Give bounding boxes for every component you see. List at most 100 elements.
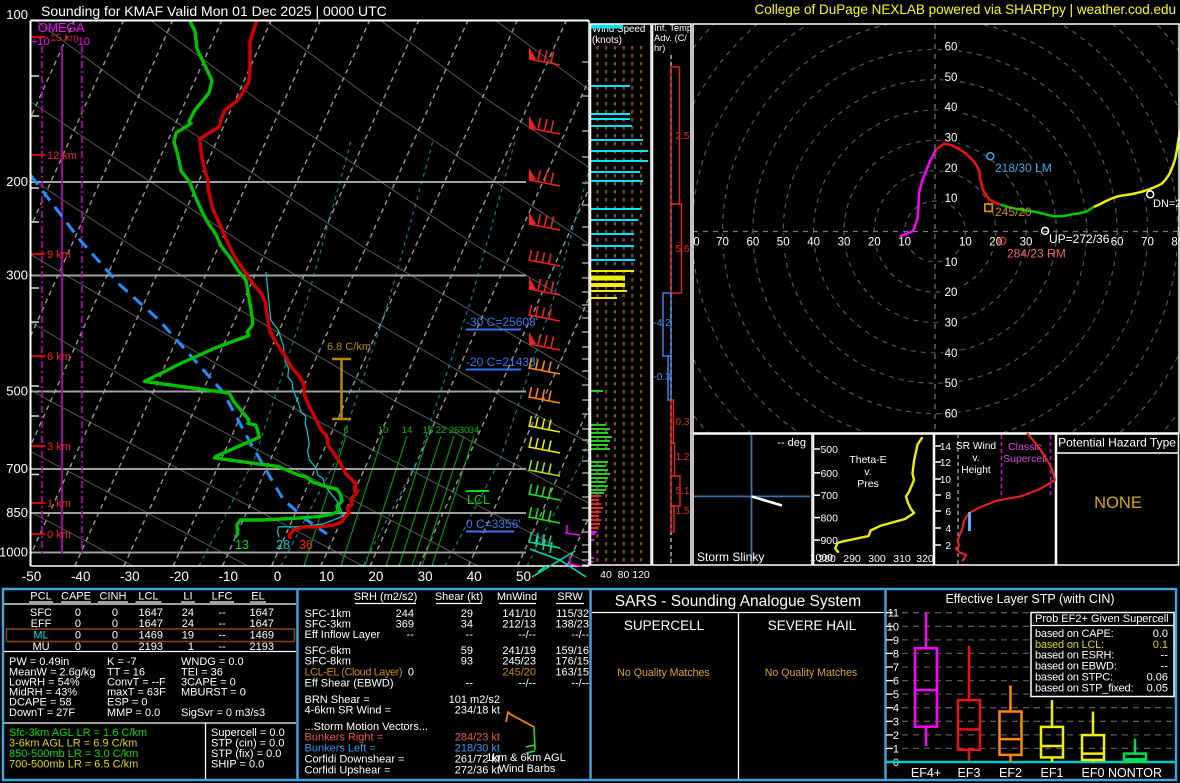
svg-text:CAPE: CAPE bbox=[61, 591, 91, 603]
svg-text:2.5: 2.5 bbox=[676, 131, 690, 142]
svg-text:19: 19 bbox=[182, 630, 194, 642]
svg-text:EF2: EF2 bbox=[999, 766, 1022, 780]
svg-text:5.1: 5.1 bbox=[676, 486, 690, 497]
svg-text:120: 120 bbox=[632, 569, 650, 581]
svg-text:ML: ML bbox=[33, 630, 48, 642]
svg-text:9: 9 bbox=[893, 635, 899, 647]
svg-text:60: 60 bbox=[747, 237, 760, 249]
svg-text:18: 18 bbox=[423, 425, 434, 436]
svg-text:LCL: LCL bbox=[138, 591, 158, 603]
svg-text:SR Wind: SR Wind bbox=[956, 441, 997, 452]
svg-text:34: 34 bbox=[469, 425, 480, 436]
svg-text:5.6: 5.6 bbox=[676, 244, 690, 255]
svg-text:SRW: SRW bbox=[557, 591, 583, 603]
svg-text:--: -- bbox=[466, 629, 474, 641]
svg-text:-50: -50 bbox=[22, 569, 42, 584]
svg-text:Eff Inflow Layer: Eff Inflow Layer bbox=[305, 629, 381, 641]
svg-text:10: 10 bbox=[945, 193, 958, 205]
svg-text:15 km: 15 km bbox=[50, 32, 79, 44]
svg-text:SEVERE HAIL: SEVERE HAIL bbox=[768, 618, 857, 633]
svg-text:500: 500 bbox=[820, 444, 838, 456]
svg-text:800: 800 bbox=[820, 513, 838, 525]
svg-text:7: 7 bbox=[893, 662, 899, 674]
svg-text:1469: 1469 bbox=[139, 630, 163, 642]
svg-text:13: 13 bbox=[235, 538, 249, 552]
svg-text:based on STP_fixed:: based on STP_fixed: bbox=[1035, 683, 1133, 695]
svg-text:Potential Hazard Type: Potential Hazard Type bbox=[1058, 436, 1176, 450]
svg-text:0 C=3356': 0 C=3356' bbox=[466, 517, 521, 531]
svg-text:Theta-E: Theta-E bbox=[849, 454, 886, 466]
svg-text:Prob EF2+ Given Supercell: Prob EF2+ Given Supercell bbox=[1035, 613, 1169, 625]
svg-text:10: 10 bbox=[940, 475, 952, 486]
svg-text:40: 40 bbox=[600, 569, 612, 581]
svg-text:Pres: Pres bbox=[857, 478, 879, 490]
svg-text:284/23 RM: 284/23 RM bbox=[1007, 247, 1066, 261]
svg-text:--/--: --/-- bbox=[518, 629, 536, 641]
svg-text:50: 50 bbox=[945, 378, 958, 390]
svg-text:0: 0 bbox=[693, 237, 699, 249]
svg-text:50: 50 bbox=[777, 237, 790, 249]
svg-text:6: 6 bbox=[945, 507, 951, 518]
svg-text:v.: v. bbox=[864, 466, 871, 478]
svg-text:6: 6 bbox=[343, 425, 348, 436]
svg-text:No Quality Matches: No Quality Matches bbox=[617, 667, 709, 679]
svg-text:EF1: EF1 bbox=[1041, 766, 1064, 780]
svg-text:60: 60 bbox=[1111, 237, 1124, 249]
svg-text:12: 12 bbox=[940, 458, 952, 469]
svg-text:6 km: 6 km bbox=[47, 351, 71, 363]
svg-text:1469: 1469 bbox=[250, 630, 274, 642]
svg-text:2: 2 bbox=[893, 730, 899, 742]
svg-text:8: 8 bbox=[893, 648, 899, 660]
svg-text:70: 70 bbox=[716, 237, 729, 249]
svg-text:50: 50 bbox=[516, 569, 531, 584]
svg-text:MMP = 0.0: MMP = 0.0 bbox=[107, 707, 160, 719]
svg-text:0: 0 bbox=[112, 641, 118, 653]
svg-text:0.05: 0.05 bbox=[1147, 683, 1168, 695]
svg-text:--: -- bbox=[407, 629, 415, 641]
svg-text:MBURST = 0: MBURST = 0 bbox=[181, 687, 246, 699]
svg-text:0: 0 bbox=[112, 630, 118, 642]
svg-text:UP=272/36: UP=272/36 bbox=[1049, 232, 1110, 246]
svg-text:30: 30 bbox=[838, 237, 851, 249]
svg-text:--: -- bbox=[466, 678, 474, 690]
svg-text:0: 0 bbox=[274, 569, 282, 584]
svg-text:1647: 1647 bbox=[250, 618, 274, 630]
svg-text:0: 0 bbox=[408, 667, 414, 679]
svg-text:24: 24 bbox=[182, 618, 194, 630]
svg-text:700: 700 bbox=[6, 461, 28, 476]
svg-text:200: 200 bbox=[6, 174, 28, 189]
svg-text:1 km: 1 km bbox=[47, 498, 71, 510]
svg-text:1.5: 1.5 bbox=[676, 506, 690, 517]
svg-text:--: -- bbox=[218, 618, 226, 630]
svg-text:93: 93 bbox=[461, 656, 473, 668]
svg-text:College of DuPage NEXLAB power: College of DuPage NEXLAB powered via SHA… bbox=[755, 2, 1177, 17]
svg-text:6: 6 bbox=[893, 676, 899, 688]
svg-text:SigSvr = 0 m3/s3: SigSvr = 0 m3/s3 bbox=[181, 707, 265, 719]
svg-text:MnWind: MnWind bbox=[497, 591, 537, 603]
svg-text:0: 0 bbox=[75, 618, 81, 630]
svg-text:310: 310 bbox=[893, 553, 911, 565]
svg-text:2193: 2193 bbox=[250, 641, 274, 653]
svg-text:0 km: 0 km bbox=[47, 529, 71, 541]
svg-text:1: 1 bbox=[893, 743, 899, 755]
svg-text:40: 40 bbox=[945, 102, 958, 114]
svg-text:40: 40 bbox=[945, 348, 958, 360]
svg-text:2193: 2193 bbox=[139, 641, 163, 653]
svg-text:0: 0 bbox=[112, 618, 118, 630]
svg-text:30: 30 bbox=[418, 569, 433, 584]
svg-text:50: 50 bbox=[945, 72, 958, 84]
svg-text:11: 11 bbox=[888, 608, 899, 620]
svg-text:1: 1 bbox=[188, 641, 194, 653]
svg-text:SHIP = 0.0: SHIP = 0.0 bbox=[211, 759, 264, 771]
svg-text:-30: -30 bbox=[120, 569, 140, 584]
svg-text:--: -- bbox=[218, 641, 226, 653]
svg-text:22: 22 bbox=[436, 425, 447, 436]
svg-text:-4.2: -4.2 bbox=[654, 318, 672, 329]
svg-text:100: 100 bbox=[6, 7, 28, 22]
svg-text:1647: 1647 bbox=[139, 618, 163, 630]
svg-text:Effective Layer STP (with CIN): Effective Layer STP (with CIN) bbox=[945, 592, 1114, 606]
svg-text:0.3: 0.3 bbox=[676, 417, 690, 428]
svg-text:-- deg: -- deg bbox=[777, 437, 806, 449]
svg-text:10: 10 bbox=[887, 621, 899, 633]
svg-text:v.: v. bbox=[972, 453, 979, 464]
